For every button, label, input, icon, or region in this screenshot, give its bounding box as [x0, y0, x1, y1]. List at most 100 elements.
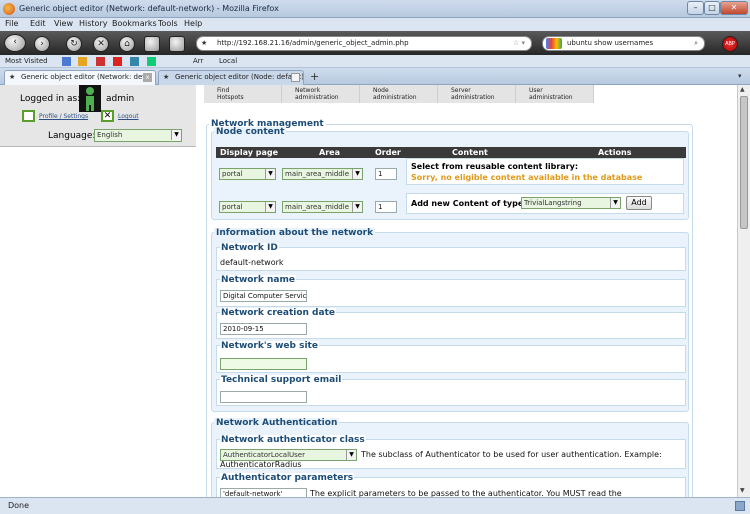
bookmark-star-icon[interactable]: ★: [201, 37, 207, 50]
bookmark-favicon-icon[interactable]: [113, 57, 122, 66]
bookmark-arr[interactable]: Arr: [193, 57, 203, 65]
stop-button[interactable]: ✕: [93, 36, 109, 52]
chevron-down-icon: ▼: [352, 202, 362, 212]
tab-favicon-icon: ★: [9, 73, 16, 81]
chevron-down-icon: ▼: [352, 169, 362, 179]
authenticator-params-description: The explicit parameters to be passed to …: [310, 489, 622, 497]
profile-icon[interactable]: [22, 110, 35, 122]
bookmark-favicon-icon[interactable]: [130, 57, 139, 66]
authenticator-class-field: Network authenticator class Authenticato…: [216, 435, 686, 469]
minimize-button[interactable]: –: [687, 1, 704, 15]
url-bar[interactable]: ★ http://192.168.21.16/admin/generic_obj…: [196, 36, 532, 51]
network-id-label: Network ID: [220, 243, 279, 253]
close-button[interactable]: ✕: [720, 1, 748, 15]
content-library-box: Select from reusable content library: So…: [406, 158, 684, 185]
url-dropdown-icon[interactable]: ☆ ▾: [513, 37, 525, 50]
network-name-field: Network name Digital Computer Servic: [216, 275, 686, 307]
header-order: Order: [375, 148, 401, 157]
creation-date-label: Network creation date: [220, 308, 336, 318]
tab-bar: ★ Generic object editor (Network: def...…: [0, 68, 750, 85]
node-content-fieldset: Node content Display page Area Order Con…: [211, 127, 689, 220]
creation-date-field: Network creation date 2010-09-15: [216, 308, 686, 339]
tab-close-icon[interactable]: x: [143, 73, 152, 82]
add-content-button[interactable]: Add: [626, 196, 652, 210]
tab-list-icon[interactable]: ▾: [738, 72, 742, 80]
vertical-scrollbar[interactable]: ▲ ▼: [737, 85, 750, 497]
order-input[interactable]: 1: [375, 168, 397, 180]
content-type-select[interactable]: TrivialLangstring ▼: [521, 197, 621, 209]
authenticator-class-description: The subclass of Authenticator to be used…: [361, 450, 662, 459]
bookmarks-toolbar: Most Visited Arr Local: [0, 55, 750, 68]
display-page-value: portal: [222, 203, 243, 211]
search-box[interactable]: ubuntu show usernames ⌕: [542, 36, 705, 51]
support-email-input[interactable]: [220, 391, 307, 403]
scroll-down-icon[interactable]: ▼: [740, 487, 745, 494]
home-button[interactable]: ⌂: [119, 36, 135, 52]
authenticator-params-input[interactable]: 'default-network': [220, 488, 307, 497]
logout-link[interactable]: Logout: [118, 113, 139, 120]
menu-file[interactable]: File: [5, 19, 18, 28]
maximize-button[interactable]: □: [704, 1, 720, 15]
chevron-down-icon: ▼: [610, 198, 620, 208]
menu-view[interactable]: View: [54, 19, 73, 28]
display-page-select[interactable]: portal ▼: [219, 168, 276, 180]
menu-edit[interactable]: Edit: [30, 19, 46, 28]
display-page-select[interactable]: portal ▼: [219, 201, 276, 213]
authenticator-class-label: Network authenticator class: [220, 435, 366, 445]
website-input[interactable]: [220, 358, 307, 370]
node-content-header: Display page Area Order Content Actions: [216, 147, 686, 158]
chevron-down-icon: ▼: [265, 169, 275, 179]
back-button[interactable]: ‹: [4, 34, 26, 52]
bookmark-favicon-icon[interactable]: [96, 57, 105, 66]
language-select[interactable]: English ▼: [94, 129, 182, 142]
nav-find-hotspots[interactable]: Find Hotspots: [204, 85, 282, 103]
nav-node-administration[interactable]: Node administration: [360, 85, 438, 103]
nav-network-administration[interactable]: Network administration: [282, 85, 360, 103]
tab-favicon-icon: ★: [163, 73, 170, 81]
menu-bookmarks[interactable]: Bookmarks: [112, 19, 157, 28]
order-input[interactable]: 1: [375, 201, 397, 213]
nav-line2: administration: [529, 94, 573, 101]
tab-close-icon[interactable]: [291, 73, 300, 82]
profile-settings-link[interactable]: Profile / Settings: [39, 113, 88, 120]
new-tab-button[interactable]: +: [310, 70, 319, 83]
node-content-legend: Node content: [214, 127, 287, 137]
select-library-label: Select from reusable content library:: [411, 162, 579, 171]
tab-node-editor[interactable]: ★ Generic object editor (Node: default): [158, 70, 304, 85]
print-button[interactable]: [169, 36, 185, 52]
bookmark-favicon-icon[interactable]: [78, 57, 87, 66]
nav-line2: administration: [373, 94, 417, 101]
page-content: Logged in as: admin Profile / Settings ✕…: [0, 85, 737, 497]
network-name-label: Network name: [220, 275, 296, 285]
scrollbar-thumb[interactable]: [740, 96, 748, 229]
nav-server-administration[interactable]: Server administration: [438, 85, 516, 103]
scroll-up-icon[interactable]: ▲: [740, 86, 745, 93]
nav-user-administration[interactable]: User administration: [516, 85, 594, 103]
menu-history[interactable]: History: [79, 19, 107, 28]
bookmark-most-visited[interactable]: Most Visited: [5, 57, 48, 65]
bookmark-local[interactable]: Local: [219, 57, 237, 65]
resize-grip-icon[interactable]: [735, 501, 745, 511]
creation-date-input[interactable]: 2010-09-15: [220, 323, 307, 335]
website-field: Network's web site: [216, 341, 686, 373]
logout-icon[interactable]: ✕: [101, 110, 114, 122]
forward-button[interactable]: ›: [34, 36, 50, 52]
area-select[interactable]: main_area_middle ▼: [282, 201, 363, 213]
network-management-fieldset: Network management Node content Display …: [206, 119, 693, 497]
bookmarks-sidebar-button[interactable]: [144, 36, 160, 52]
google-engine-icon[interactable]: [546, 38, 562, 49]
nav-line1: Network: [295, 87, 321, 94]
menu-tools[interactable]: Tools: [158, 19, 178, 28]
tab-network-editor[interactable]: ★ Generic object editor (Network: def...…: [4, 70, 156, 85]
bookmark-favicon-icon[interactable]: [147, 57, 156, 66]
website-label: Network's web site: [220, 341, 319, 351]
reload-button[interactable]: ↻: [66, 36, 82, 52]
network-name-input[interactable]: Digital Computer Servic: [220, 290, 307, 302]
add-content-label: Add new Content of type:: [411, 199, 527, 208]
adblock-button[interactable]: ABP: [722, 36, 738, 52]
bookmark-favicon-icon[interactable]: [62, 57, 71, 66]
menu-help[interactable]: Help: [184, 19, 202, 28]
area-select[interactable]: main_area_middle ▼: [282, 168, 363, 180]
status-text: Done: [8, 501, 30, 510]
search-icon[interactable]: ⌕: [694, 37, 698, 50]
